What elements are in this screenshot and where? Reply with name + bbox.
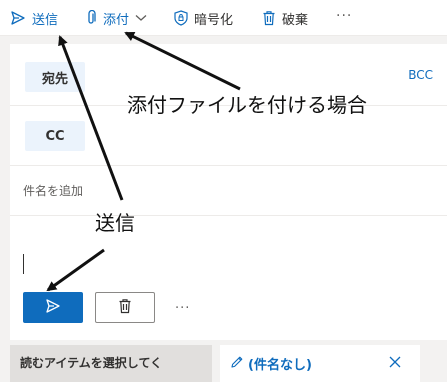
toolbar-send-button[interactable]: 送信 (10, 8, 58, 28)
send-icon (10, 10, 26, 26)
pencil-icon (230, 355, 244, 373)
cc-button[interactable]: CC (25, 121, 85, 151)
trash-icon (262, 10, 276, 26)
shield-icon (174, 10, 188, 26)
toolbar-attach-button[interactable]: 添付 (85, 8, 147, 28)
body-text-cursor (23, 254, 24, 274)
toolbar-encrypt-label: 暗号化 (194, 12, 234, 28)
discard-button[interactable] (95, 292, 155, 323)
tab-reading-pane[interactable]: 読むアイテムを選択してく (10, 345, 212, 382)
tab-draft-label: (件名なし) (248, 358, 312, 373)
trash-icon (118, 298, 132, 318)
toolbar-more-button[interactable]: ··· (336, 6, 352, 26)
bcc-link[interactable]: BCC (408, 68, 433, 82)
toolbar-encrypt-button[interactable]: 暗号化 (174, 8, 233, 28)
close-icon[interactable] (388, 355, 402, 373)
send-icon (45, 298, 61, 318)
subject-row[interactable]: 件名を追加 (10, 166, 447, 216)
toolbar-discard-label: 破棄 (282, 12, 309, 28)
annotation-send-note: 送信 (95, 211, 135, 235)
tab-draft[interactable]: (件名なし) (220, 345, 420, 382)
annotation-attach-note: 添付ファイルを付ける場合 (127, 93, 367, 117)
compose-toolbar: 送信 添付 暗号化 破棄 ··· (0, 0, 447, 36)
compose-more-button[interactable]: ··· (175, 301, 190, 316)
send-button[interactable] (23, 292, 83, 323)
to-button[interactable]: 宛先 (25, 62, 85, 92)
paperclip-icon (85, 10, 97, 26)
toolbar-send-label: 送信 (32, 12, 59, 28)
toolbar-discard-button[interactable]: 破棄 (262, 8, 308, 28)
subject-input[interactable]: 件名を追加 (23, 182, 83, 199)
chevron-down-icon[interactable] (135, 14, 147, 22)
toolbar-attach-label: 添付 (103, 12, 130, 28)
